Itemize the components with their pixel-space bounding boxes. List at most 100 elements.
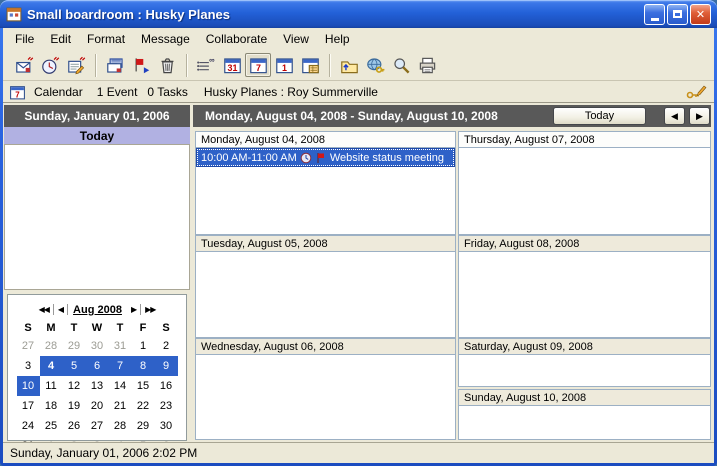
minical-grid: SMTWTFS272829303112345678910111213141516… — [8, 320, 186, 456]
folder-up-button[interactable] — [336, 53, 362, 77]
close-button[interactable]: ✕ — [690, 4, 711, 25]
month-view-button[interactable]: 31 — [219, 53, 245, 77]
minical-day[interactable]: 26 — [63, 416, 86, 436]
minical-weekday: F — [132, 320, 155, 336]
minical-day[interactable]: 31 — [109, 336, 132, 356]
day-view-button[interactable]: 1 — [271, 53, 297, 77]
minical-day[interactable]: 4 — [40, 356, 63, 376]
minical-day[interactable]: 8 — [132, 356, 155, 376]
mini-calendar: ◀◀ ◀ Aug 2008 ▶ ▶▶ SMTWTFS27282930311234… — [7, 294, 187, 441]
day-cell-wednesday[interactable] — [195, 354, 456, 440]
minical-day[interactable]: 1 — [132, 336, 155, 356]
title-bar[interactable]: Small boardroom : Husky Planes ✕ — [0, 0, 717, 28]
week-view-button[interactable]: 7 — [245, 53, 271, 77]
minical-day[interactable]: 19 — [63, 396, 86, 416]
print-button[interactable] — [414, 53, 440, 77]
minical-day[interactable]: 20 — [86, 396, 109, 416]
svg-text:7: 7 — [256, 62, 261, 72]
minical-day[interactable]: 7 — [109, 356, 132, 376]
day-header-thursday: Thursday, August 07, 2008 — [458, 131, 711, 147]
flag-message-icon — [132, 56, 151, 75]
minical-day[interactable]: 9 — [155, 356, 178, 376]
minimize-button[interactable] — [644, 4, 665, 25]
calendar-week-icon: 7 — [9, 84, 26, 101]
day-cell-saturday[interactable] — [458, 354, 711, 387]
minical-day[interactable]: 30 — [155, 416, 178, 436]
new-task-button[interactable] — [63, 53, 89, 77]
svg-text:7: 7 — [15, 90, 20, 99]
menu-file[interactable]: File — [7, 30, 42, 48]
minical-day[interactable]: 28 — [109, 416, 132, 436]
day-cell-sunday[interactable] — [458, 405, 711, 440]
day-view-icon: 1 — [275, 56, 294, 75]
flag-message-button[interactable] — [128, 53, 154, 77]
minical-day[interactable]: 21 — [109, 396, 132, 416]
next-week-button[interactable]: ▶ — [689, 107, 710, 125]
search-button[interactable] — [388, 53, 414, 77]
menu-edit[interactable]: Edit — [42, 30, 79, 48]
day-tuesday: Tuesday, August 05, 2008 — [195, 235, 456, 338]
delete-button[interactable] — [154, 53, 180, 77]
prev-arrow-icon: ◀ — [671, 111, 678, 122]
minical-day[interactable]: 29 — [132, 416, 155, 436]
event-count: 1 Event — [97, 85, 138, 99]
minical-day[interactable]: 18 — [40, 396, 63, 416]
prev-week-button[interactable]: ◀ — [664, 107, 685, 125]
minical-day[interactable]: 17 — [17, 396, 40, 416]
minical-day[interactable]: 12 — [63, 376, 86, 396]
menu-view[interactable]: View — [275, 30, 317, 48]
event-website-status-meeting[interactable]: 10:00 AM-11:00 AM Website status meeting — [197, 149, 454, 166]
day-header-friday: Friday, August 08, 2008 — [458, 235, 711, 251]
day-wednesday: Wednesday, August 06, 2008 — [195, 338, 456, 440]
day-cell-friday[interactable] — [458, 251, 711, 338]
copy-message-button[interactable] — [102, 53, 128, 77]
minical-day[interactable]: 27 — [86, 416, 109, 436]
directory-button[interactable] — [362, 53, 388, 77]
minical-prev-month-button[interactable]: ◀ — [54, 305, 67, 314]
day-cell-tuesday[interactable] — [195, 251, 456, 338]
minical-day[interactable]: 13 — [86, 376, 109, 396]
minical-day[interactable]: 23 — [155, 396, 178, 416]
menu-collaborate[interactable]: Collaborate — [198, 30, 275, 48]
minical-next-month-button[interactable]: ▶ — [127, 305, 140, 314]
day-cell-monday[interactable]: 10:00 AM-11:00 AM Website status meeting — [195, 147, 456, 235]
minical-day[interactable]: 14 — [109, 376, 132, 396]
minical-prev-year-button[interactable]: ◀◀ — [35, 305, 53, 314]
menu-format[interactable]: Format — [79, 30, 133, 48]
minical-day[interactable]: 6 — [86, 356, 109, 376]
minical-day[interactable]: 24 — [17, 416, 40, 436]
minical-day[interactable]: 30 — [86, 336, 109, 356]
menu-message[interactable]: Message — [133, 30, 198, 48]
minical-day[interactable]: 5 — [63, 356, 86, 376]
minical-month-label[interactable]: Aug 2008 — [68, 304, 127, 316]
today-button[interactable]: Today — [553, 107, 646, 125]
menu-bar: FileEditFormatMessageCollaborateViewHelp — [3, 28, 714, 50]
minical-day[interactable]: 10 — [17, 376, 40, 396]
minical-day[interactable]: 27 — [17, 336, 40, 356]
minical-next-year-button[interactable]: ▶▶ — [141, 305, 159, 314]
write-access-key-icon — [686, 84, 708, 100]
toolbar-separator — [186, 54, 187, 77]
minical-day[interactable]: 25 — [40, 416, 63, 436]
multiweek-view-button[interactable] — [297, 53, 323, 77]
minical-day[interactable]: 3 — [17, 356, 40, 376]
menu-help[interactable]: Help — [317, 30, 358, 48]
sidebar-day-panel[interactable] — [4, 144, 190, 290]
print-icon — [418, 56, 437, 75]
minical-day[interactable]: 2 — [155, 336, 178, 356]
minical-day[interactable]: 11 — [40, 376, 63, 396]
week-range-header: Monday, August 04, 2008 - Sunday, August… — [193, 105, 711, 127]
minical-day[interactable]: 22 — [132, 396, 155, 416]
sidebar-today-banner[interactable]: Today — [4, 127, 190, 144]
new-event-button[interactable] — [37, 53, 63, 77]
day-cell-thursday[interactable] — [458, 147, 711, 235]
maximize-button[interactable] — [667, 4, 688, 25]
minical-day[interactable]: 28 — [40, 336, 63, 356]
minical-day[interactable]: 15 — [132, 376, 155, 396]
search-icon — [392, 56, 411, 75]
minical-day[interactable]: 29 — [63, 336, 86, 356]
copy-message-icon — [106, 56, 125, 75]
new-message-button[interactable] — [11, 53, 37, 77]
tasks-list-button[interactable]: ∞ — [193, 53, 219, 77]
minical-day[interactable]: 16 — [155, 376, 178, 396]
